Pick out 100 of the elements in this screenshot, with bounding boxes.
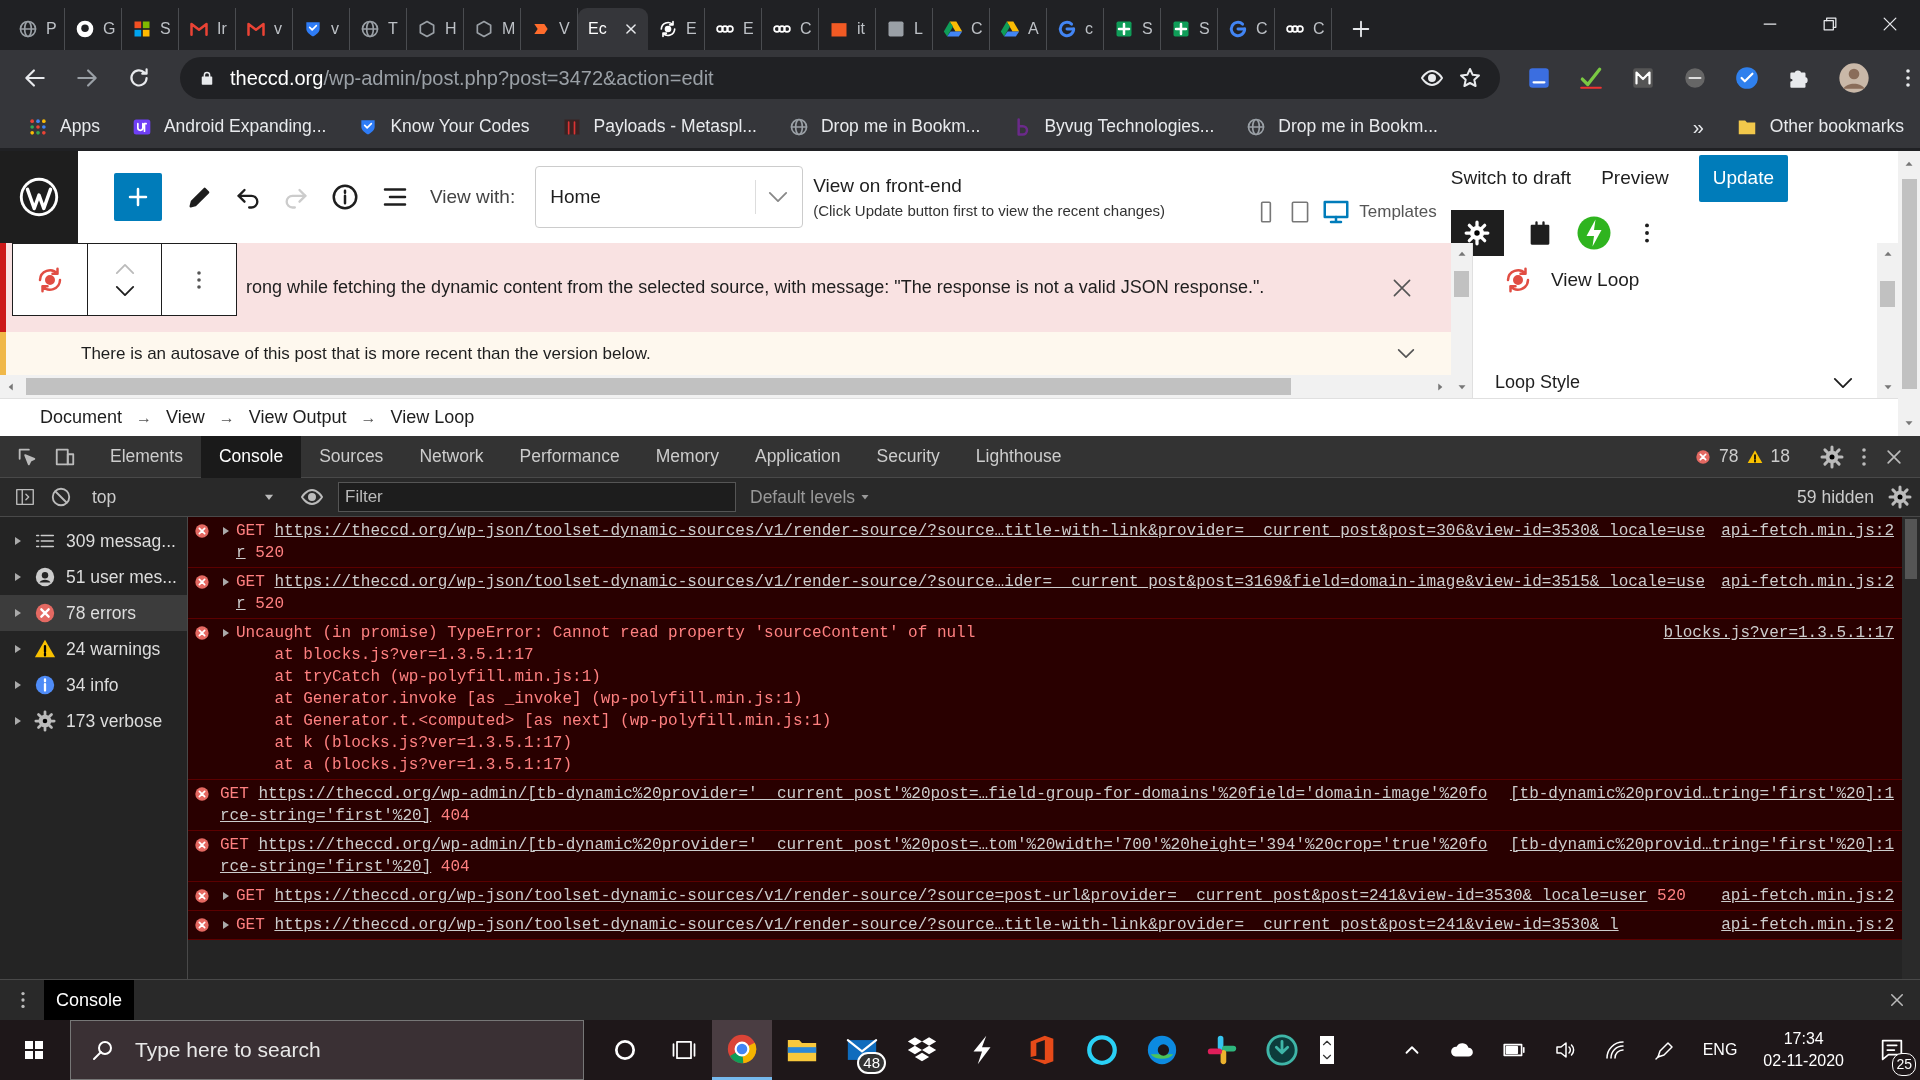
devtools-tab[interactable]: Elements — [92, 435, 201, 478]
overflow-button[interactable]: » — [1692, 111, 1704, 142]
devtools-tab[interactable]: Memory — [637, 435, 737, 478]
bookmark[interactable]: Byvug Technologies... — [1012, 113, 1215, 140]
language-indicator[interactable]: ENG — [1702, 1038, 1738, 1062]
app-icon — [1085, 1033, 1119, 1067]
devtools-tab[interactable]: Console — [200, 435, 302, 478]
stack-link[interactable]: blocks.js?ver=1.3.5.1:17 — [332, 734, 563, 752]
preview-link[interactable]: Preview — [1601, 164, 1669, 193]
browser-tab[interactable]: Ec — [578, 8, 648, 50]
close-icon[interactable] — [624, 22, 638, 36]
source-link[interactable]: blocks.js?ver=1.3.5.1:17 — [1663, 622, 1894, 776]
update-button[interactable]: Update — [1698, 155, 1788, 202]
levels-dropdown[interactable]: Default levels — [750, 483, 872, 511]
info-icon[interactable] — [330, 182, 360, 212]
sidebar-item[interactable]: 173 verbose — [0, 703, 187, 739]
sidebar-item[interactable]: 51 user mes... — [0, 559, 187, 595]
close-icon[interactable] — [1888, 991, 1906, 1009]
front-end-link[interactable]: View on front-end — [813, 174, 962, 196]
devtools-tab[interactable]: Sources — [301, 435, 402, 478]
scroll-thumb[interactable] — [1905, 519, 1917, 579]
bookmark[interactable]: Android Expanding... — [131, 113, 327, 140]
source-link[interactable]: api-fetch.min.js:2 — [1721, 885, 1894, 907]
notification-count: 25 — [1892, 1053, 1916, 1076]
settings-icon[interactable] — [1888, 485, 1912, 509]
search-box[interactable]: Type here to search — [70, 1020, 584, 1080]
app-icon — [1205, 1033, 1239, 1067]
address-bar[interactable]: theccd.org/wp-admin/post.php?post=3472&action=edit — [180, 56, 1500, 99]
error-icon — [194, 917, 210, 933]
search-field[interactable]: Type here to search — [133, 1033, 553, 1067]
taskbar-app[interactable]: 48 — [832, 1020, 892, 1080]
bookmark[interactable]: Apps — [28, 113, 100, 140]
move-down-icon[interactable] — [114, 284, 135, 297]
scroll-thumb[interactable] — [1880, 281, 1895, 307]
source-link[interactable]: api-fetch.min.js:2 — [1721, 520, 1894, 564]
settings-icon[interactable] — [1820, 444, 1844, 469]
view-with-label: View with: — [430, 184, 516, 209]
templates-label[interactable]: Templates — [1359, 199, 1437, 225]
breadcrumb-link[interactable]: Document — [40, 404, 123, 431]
context-select[interactable]: top — [86, 483, 286, 511]
sidebar-item[interactable]: 78 errors — [0, 595, 187, 631]
drawer-tab[interactable]: Console — [44, 980, 135, 1020]
bookmark[interactable]: Drop me in Bookm... — [788, 113, 981, 140]
star-icon[interactable] — [1458, 65, 1482, 90]
stack-link[interactable]: wp-polyfill.min.js:1 — [629, 712, 822, 730]
stack-link[interactable]: wp-polyfill.min.js:1 — [600, 690, 793, 708]
stack-link[interactable]: blocks.js?ver=1.3.5.1:17 — [303, 646, 534, 664]
app-icon — [1265, 1033, 1299, 1067]
checkmark-icon[interactable] — [1734, 64, 1760, 91]
sidebar-item[interactable]: 34 info — [0, 667, 187, 703]
clock[interactable]: 17:34 02-11-2020 — [1763, 1028, 1844, 1072]
bookmark[interactable]: Payloads - Metaspl... — [561, 113, 757, 140]
site-icon — [303, 19, 323, 39]
clear-icon[interactable] — [50, 486, 72, 508]
source-link[interactable]: api-fetch.min.js:2 — [1721, 914, 1894, 936]
sidebar-item[interactable]: 24 warnings — [0, 631, 187, 667]
source-link[interactable]: [tb-dynamic%20provid…tring='first'%20]:1 — [1509, 783, 1894, 827]
warning-count[interactable]: 18 — [1770, 443, 1790, 470]
source-link[interactable]: api-fetch.min.js:2 — [1721, 571, 1894, 615]
devtools-tab[interactable]: Security — [858, 435, 958, 478]
stack-link[interactable]: blocks.js?ver=1.3.5.1:17 — [332, 756, 563, 774]
bookmark[interactable]: Know Your Codes — [358, 113, 530, 140]
switch-to-draft-link[interactable]: Switch to draft — [1450, 164, 1572, 193]
devtools-tab[interactable]: Application — [736, 435, 859, 478]
breadcrumb-link[interactable]: View Loop — [390, 404, 475, 431]
taskbar-app[interactable] — [712, 1020, 772, 1080]
filter-field[interactable]: Filter — [338, 482, 736, 512]
devtools-tab[interactable]: Lighthouse — [957, 435, 1080, 478]
hidden-count: 59 hidden — [1797, 485, 1874, 509]
new-tab-icon[interactable] — [1350, 18, 1372, 40]
address-text: theccd.org/wp-admin/post.php?post=3472&action=edit — [230, 65, 714, 91]
breadcrumb-link[interactable]: View — [166, 404, 205, 431]
cortana-icon[interactable] — [612, 1037, 638, 1063]
sidebar-item[interactable]: 309 messag... — [0, 523, 187, 559]
sidebar-toggle-icon[interactable] — [14, 486, 36, 508]
bookmark-folder[interactable]: Other bookmarks — [1735, 113, 1904, 140]
error-count[interactable]: 78 — [1719, 443, 1739, 470]
bookmark[interactable]: Drop me in Bookm... — [1246, 113, 1438, 140]
logo-tile[interactable] — [0, 151, 78, 243]
site-icon — [1057, 19, 1077, 39]
scroll-thumb[interactable] — [1454, 271, 1469, 297]
source-link[interactable]: [tb-dynamic%20provid…tring='first'%20]:1 — [1509, 834, 1894, 878]
devtools-tab[interactable]: Performance — [501, 435, 638, 478]
scroll-thumb[interactable] — [26, 378, 1291, 395]
view-with-select[interactable]: Home — [535, 166, 804, 228]
avatar-icon[interactable] — [1838, 61, 1870, 94]
chevron-down-icon[interactable] — [1397, 348, 1415, 359]
stack-frame: at k (blocks.js?ver=1.3.5.1:17) — [236, 732, 1648, 754]
apps-icon — [28, 116, 48, 137]
user-icon — [34, 566, 56, 588]
notice-text: There is an autosave of this post that is more recent than the version below. — [81, 342, 651, 365]
panel-header[interactable]: Loop Style — [1495, 369, 1877, 396]
scroll-thumb[interactable] — [1901, 179, 1917, 389]
start-icon[interactable] — [22, 1038, 46, 1062]
devtools-tab[interactable]: Network — [401, 435, 502, 478]
bolt-icon[interactable] — [1575, 214, 1612, 251]
add-block-button[interactable] — [114, 173, 162, 221]
stack-link[interactable]: wp-polyfill.min.js:1 — [399, 668, 592, 686]
search-icon — [91, 1038, 115, 1062]
breadcrumb-link[interactable]: View Output — [248, 404, 347, 431]
